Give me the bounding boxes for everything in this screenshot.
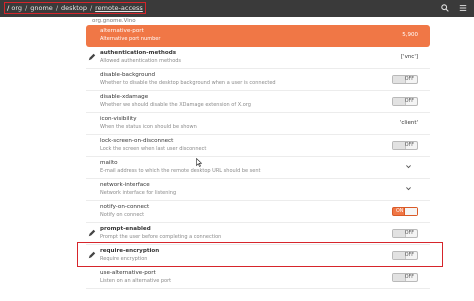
key-description: Listen on an alternative port <box>100 278 172 284</box>
key-row-prompt-enabled[interactable]: prompt-enabled Prompt the user before co… <box>86 223 430 245</box>
chevron-down-icon <box>406 165 411 169</box>
pencil-icon <box>88 229 96 237</box>
key-description: Whether to disable the desktop backgroun… <box>100 80 276 86</box>
key-row-authentication-methods[interactable]: authentication-methods Allowed authentic… <box>86 47 430 69</box>
key-value: ['vnc'] <box>400 54 418 60</box>
key-description: When the status icon should be shown <box>100 124 197 130</box>
key-name: prompt-enabled <box>100 226 151 232</box>
key-name: disable-background <box>100 72 156 78</box>
key-row-disable-background[interactable]: disable-background Whether to disable th… <box>86 69 430 91</box>
toggle-label: OFF <box>404 231 414 236</box>
keys-list: alternative-port Alternative port number… <box>77 25 443 289</box>
key-name: require-encryption <box>100 248 160 254</box>
key-description: Allowed authentication methods <box>100 58 182 64</box>
schema-title: org.gnome.Vino <box>92 18 136 24</box>
pencil-icon <box>88 53 96 61</box>
key-row-notify-on-connect[interactable]: notify-on-connect Notify on connect ON <box>86 201 430 223</box>
key-name: icon-visibility <box>100 116 137 122</box>
key-description: E-mail address to which the remote deskt… <box>100 168 261 174</box>
breadcrumb-item-remote-access[interactable]: remote-access <box>95 4 143 12</box>
toggle-switch[interactable]: OFF <box>392 141 418 150</box>
toggle-switch[interactable]: ON <box>392 207 418 216</box>
key-row-disable-xdamage[interactable]: disable-xdamage Whether we should disabl… <box>86 91 430 113</box>
toggle-label: OFF <box>404 253 414 258</box>
breadcrumb: / org / gnome / desktop / remote-access <box>4 2 146 14</box>
toggle-switch[interactable]: OFF <box>392 229 418 238</box>
breadcrumb-separator: / <box>25 4 28 12</box>
chevron-down-icon <box>406 187 411 191</box>
toggle-switch[interactable]: OFF <box>392 273 418 282</box>
breadcrumb-item-org[interactable]: org <box>11 4 22 12</box>
toggle-label: OFF <box>404 275 414 280</box>
breadcrumb-root[interactable]: / <box>7 4 9 12</box>
key-row-icon-visibility[interactable]: icon-visibility When the status icon sho… <box>86 113 430 135</box>
search-icon <box>441 4 449 12</box>
toggle-label: ON <box>396 209 404 214</box>
key-name: lock-screen-on-disconnect <box>100 138 174 144</box>
key-row-lock-screen-on-disconnect[interactable]: lock-screen-on-disconnect Lock the scree… <box>86 135 430 157</box>
toggle-switch[interactable]: OFF <box>392 97 418 106</box>
key-description: Require encryption <box>100 256 148 262</box>
breadcrumb-separator: / <box>89 4 93 12</box>
key-row-mailto[interactable]: mailto E-mail address to which the remot… <box>86 157 430 179</box>
key-name: network-interface <box>100 182 150 188</box>
key-name: alternative-port <box>100 28 144 34</box>
breadcrumb-item-desktop[interactable]: desktop <box>61 4 87 12</box>
search-button[interactable] <box>438 2 452 14</box>
breadcrumb-item-gnome[interactable]: gnome <box>30 4 53 12</box>
key-name: notify-on-connect <box>100 204 150 210</box>
toggle-switch[interactable]: OFF <box>392 75 418 84</box>
breadcrumb-separator: / <box>55 4 59 12</box>
key-value: 5,900 <box>402 32 418 38</box>
mouse-cursor-icon <box>196 158 202 167</box>
header-bar: / org / gnome / desktop / remote-access <box>0 0 474 17</box>
toggle-knob <box>404 208 417 215</box>
key-name: use-alternative-port <box>100 270 156 276</box>
toggle-label: OFF <box>404 77 414 82</box>
hamburger-menu-icon <box>459 5 467 11</box>
key-row-require-encryption[interactable]: require-encryption Require encryption OF… <box>77 242 443 267</box>
toggle-switch[interactable]: OFF <box>392 251 418 260</box>
key-row-alternative-port[interactable]: alternative-port Alternative port number… <box>86 25 430 47</box>
highlight-box <box>77 242 443 267</box>
key-row-network-interface[interactable]: network-interface Network interface for … <box>86 179 430 201</box>
key-description: Prompt the user before completing a conn… <box>100 234 222 240</box>
menu-button[interactable] <box>456 2 470 14</box>
key-name: mailto <box>100 160 118 166</box>
key-value: 'client' <box>399 120 418 126</box>
key-name: disable-xdamage <box>100 94 149 100</box>
key-description: Lock the screen when last user disconnec… <box>100 146 207 152</box>
key-description: Notify on connect <box>100 212 145 218</box>
key-name: authentication-methods <box>100 50 177 56</box>
key-description: Whether we should disable the XDamage ex… <box>100 102 251 108</box>
key-description: Alternative port number <box>100 36 161 42</box>
toggle-label: OFF <box>404 99 414 104</box>
pencil-icon <box>88 251 96 259</box>
key-description: Network interface for listening <box>100 190 177 196</box>
key-row-use-alternative-port[interactable]: use-alternative-port Listen on an altern… <box>86 267 430 289</box>
toggle-label: OFF <box>404 143 414 148</box>
